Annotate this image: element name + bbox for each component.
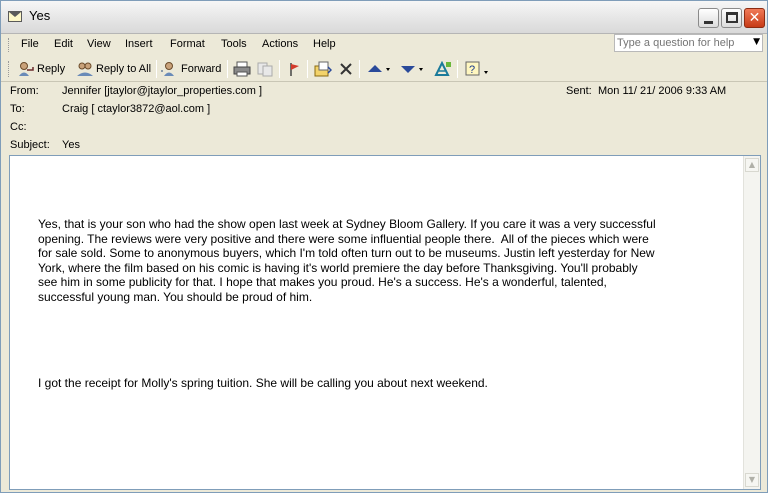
print-button[interactable] — [233, 59, 251, 79]
copy-icon — [257, 62, 273, 77]
ask-question-box[interactable]: ▼ — [614, 34, 763, 52]
to-value[interactable]: Craig [ ctaylor3872@aol.com ] — [62, 103, 210, 115]
toolbar: Reply Reply to All Forward ? — [1, 56, 767, 82]
message-header: From: Jennifer [jtaylor@jtaylor_properti… — [1, 82, 767, 155]
email-window: Yes ✕ File Edit View Insert Format Tools… — [0, 0, 768, 493]
sent-label: Sent: — [566, 85, 592, 97]
move-to-folder-button[interactable] — [314, 59, 332, 79]
scroll-down-icon[interactable]: ▼ — [745, 473, 759, 487]
toolbar-separator — [359, 60, 360, 78]
toolbar-separator — [227, 60, 228, 78]
menu-insert[interactable]: Insert — [125, 38, 153, 50]
menu-view[interactable]: View — [87, 38, 111, 50]
reply-all-icon — [77, 62, 93, 76]
maximize-button[interactable] — [721, 8, 742, 28]
window-title: Yes — [29, 8, 51, 23]
maximize-icon — [726, 12, 738, 23]
reply-icon — [19, 62, 34, 76]
scroll-up-icon[interactable]: ▲ — [745, 158, 759, 172]
move-to-folder-icon — [314, 61, 332, 77]
reply-all-label: Reply to All — [96, 63, 152, 75]
previous-item-button[interactable] — [366, 59, 392, 79]
svg-text:?: ? — [469, 64, 475, 76]
toolbar-separator — [457, 60, 458, 78]
message-text: Yes, that is your son who had the show o… — [38, 188, 678, 420]
delete-icon — [340, 63, 352, 75]
toolbar-separator — [279, 60, 280, 78]
reply-button[interactable]: Reply — [16, 59, 65, 79]
chevron-down-icon[interactable]: ▼ — [753, 37, 760, 47]
menu-format[interactable]: Format — [170, 38, 205, 50]
minimize-icon — [704, 21, 713, 24]
minimize-button[interactable] — [698, 8, 719, 28]
menu-grip — [8, 38, 11, 52]
reply-all-button[interactable]: Reply to All — [76, 59, 151, 79]
forward-label: Forward — [181, 63, 222, 75]
toolbar-separator — [156, 60, 157, 78]
address-book-icon — [434, 61, 451, 76]
from-value[interactable]: Jennifer [jtaylor@jtaylor_properties.com… — [62, 85, 262, 97]
flag-icon — [290, 63, 299, 76]
menu-file[interactable]: File — [21, 38, 39, 50]
message-body[interactable]: Yes, that is your son who had the show o… — [9, 155, 761, 490]
delete-button[interactable] — [338, 59, 354, 79]
reply-label: Reply — [37, 63, 66, 75]
forward-icon — [161, 62, 174, 76]
next-item-icon — [401, 66, 423, 73]
message-paragraph: I got the receipt for Molly's spring tui… — [38, 376, 488, 390]
subject-value: Yes — [62, 139, 80, 151]
cc-label: Cc: — [10, 121, 27, 133]
close-icon: ✕ — [748, 10, 761, 26]
envelope-icon — [8, 11, 22, 22]
previous-item-icon — [368, 65, 390, 72]
menu-actions[interactable]: Actions — [262, 38, 298, 50]
help-button[interactable]: ? — [464, 59, 490, 79]
vertical-scrollbar[interactable]: ▲ ▼ — [743, 156, 760, 489]
subject-label: Subject: — [10, 139, 50, 151]
print-icon — [233, 61, 251, 77]
address-book-button[interactable] — [434, 59, 452, 79]
help-icon: ? — [465, 61, 488, 76]
toolbar-separator — [307, 60, 308, 78]
close-button[interactable]: ✕ — [744, 8, 765, 28]
to-label: To: — [10, 103, 25, 115]
menu-edit[interactable]: Edit — [54, 38, 73, 50]
toolbar-grip — [8, 61, 11, 77]
ask-question-input[interactable] — [617, 36, 747, 50]
menu-help[interactable]: Help — [313, 38, 336, 50]
copy-button[interactable] — [256, 59, 274, 79]
follow-up-flag-button[interactable] — [286, 59, 302, 79]
forward-button[interactable]: Forward — [161, 59, 221, 79]
title-bar[interactable]: Yes ✕ — [1, 1, 767, 34]
from-label: From: — [10, 85, 39, 97]
next-item-button[interactable] — [399, 59, 425, 79]
sent-value: Mon 11/ 21/ 2006 9:33 AM — [598, 85, 727, 97]
menu-tools[interactable]: Tools — [221, 38, 247, 50]
message-paragraph: Yes, that is your son who had the show o… — [38, 217, 656, 304]
